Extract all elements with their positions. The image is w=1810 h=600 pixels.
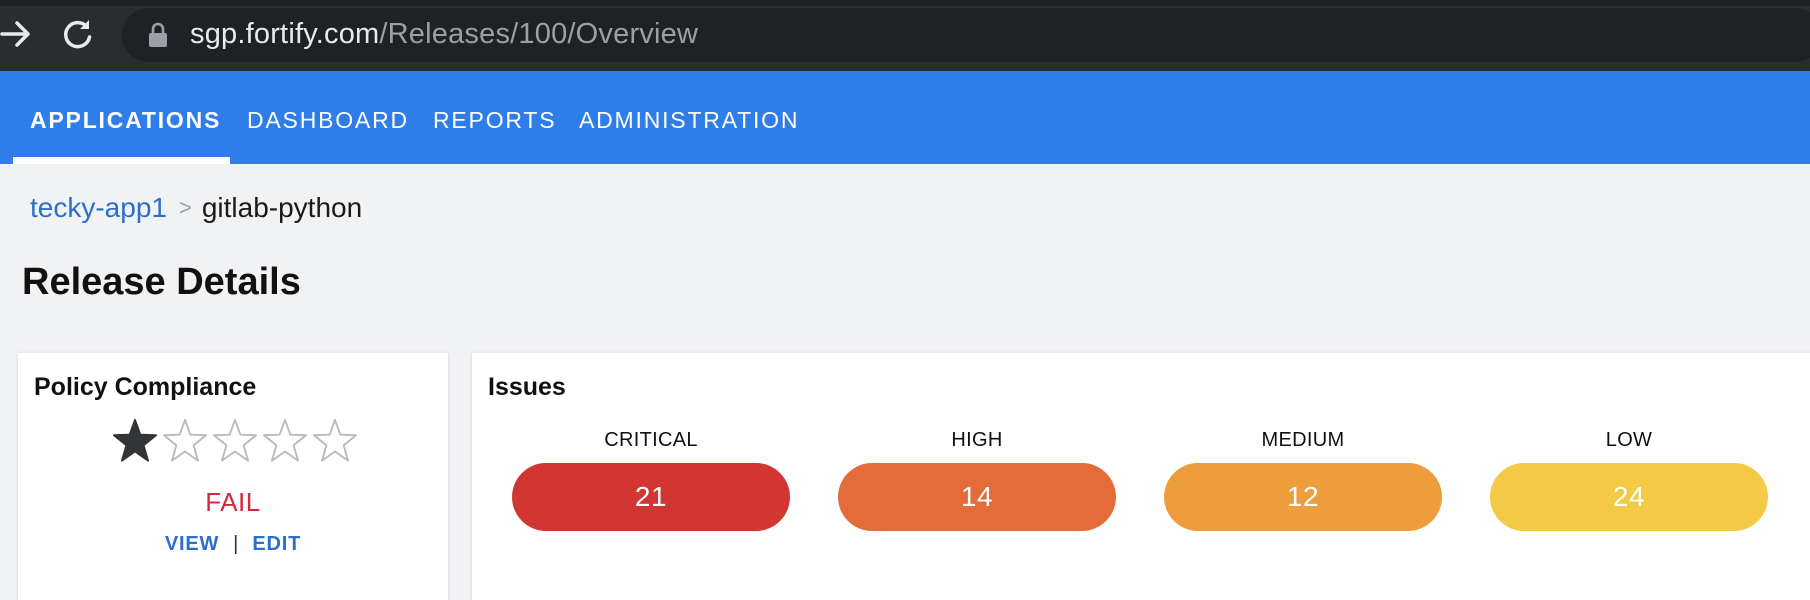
severity-label: HIGH: [951, 429, 1003, 451]
nav-tab-applications[interactable]: APPLICATIONS: [30, 105, 221, 135]
main-nav: APPLICATIONS DASHBOARD REPORTS ADMINISTR…: [0, 71, 1810, 164]
severity-label: LOW: [1605, 429, 1653, 451]
page-title: Release Details: [22, 261, 301, 303]
severity-high: HIGH 14: [838, 427, 1116, 531]
breadcrumb-current-release: gitlab-python: [201, 192, 363, 223]
medium-count-pill[interactable]: 12: [1164, 463, 1442, 531]
edit-link[interactable]: EDIT: [252, 533, 301, 555]
browser-tab-strip-edge: [0, 0, 1810, 6]
issues-title: Issues: [488, 373, 566, 401]
breadcrumb-separator-icon: >: [178, 195, 192, 220]
browser-toolbar: sgp.fortify.com/Releases/100/Overview: [0, 0, 1810, 71]
active-tab-indicator: [13, 157, 230, 164]
policy-actions: VIEW | EDIT: [18, 531, 448, 557]
high-count-pill[interactable]: 14: [838, 463, 1116, 531]
star-rating: [113, 417, 383, 473]
severity-label: CRITICAL: [604, 429, 698, 451]
url-path: /Releases/100/Overview: [379, 18, 699, 50]
star-filled-icon: [113, 419, 157, 462]
compliance-status: FAIL: [205, 487, 261, 517]
lock-icon[interactable]: [148, 22, 168, 48]
policy-compliance-title: Policy Compliance: [34, 373, 257, 401]
reload-icon[interactable]: [60, 16, 96, 52]
action-separator: |: [233, 533, 239, 555]
low-count-pill[interactable]: 24: [1490, 463, 1768, 531]
url-host: sgp.fortify.com: [190, 18, 380, 50]
severity-low: LOW 24: [1490, 427, 1768, 531]
nav-tab-reports[interactable]: REPORTS: [433, 105, 556, 135]
star-empty-icon: [213, 419, 257, 462]
policy-compliance-card: Policy Compliance FAIL VIEW | EDIT: [18, 353, 448, 600]
issues-card: Issues CRITICAL 21 HIGH 14 MEDIUM 12 LOW…: [472, 353, 1810, 600]
address-url[interactable]: sgp.fortify.com/Releases/100/Overview: [190, 15, 698, 53]
star-empty-icon: [163, 419, 207, 462]
critical-count-pill[interactable]: 21: [512, 463, 790, 531]
severity-critical: CRITICAL 21: [512, 427, 790, 531]
nav-tab-administration[interactable]: ADMINISTRATION: [579, 105, 799, 135]
star-empty-icon: [313, 419, 357, 462]
breadcrumb: tecky-app1 > gitlab-python: [30, 190, 362, 228]
breadcrumb-application-link[interactable]: tecky-app1: [30, 192, 167, 223]
severity-medium: MEDIUM 12: [1164, 427, 1442, 531]
severity-label: MEDIUM: [1261, 429, 1345, 451]
nav-tab-dashboard[interactable]: DASHBOARD: [247, 105, 409, 135]
forward-arrow-icon[interactable]: [0, 16, 34, 52]
view-link[interactable]: VIEW: [165, 533, 219, 555]
star-empty-icon: [263, 419, 307, 462]
